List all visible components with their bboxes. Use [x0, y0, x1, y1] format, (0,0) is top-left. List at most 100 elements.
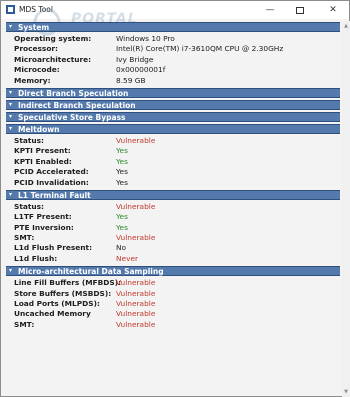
- section-header[interactable]: ▾ Meltdown: [6, 123, 340, 134]
- info-value: Yes: [116, 146, 128, 156]
- section-title: System: [18, 23, 50, 32]
- info-value: Yes: [116, 222, 128, 232]
- info-value: Vulnerable: [116, 309, 156, 319]
- maximize-button[interactable]: [285, 1, 315, 19]
- maximize-icon: [296, 6, 304, 14]
- app-icon: [6, 5, 15, 14]
- section-title: Indirect Branch Speculation: [18, 100, 136, 110]
- info-value: Windows 10 Pro: [116, 34, 175, 43]
- info-row: PTE Inversion: Yes: [10, 223, 341, 233]
- info-value: Yes: [116, 156, 128, 166]
- section-rows: Status: Vulnerable KPTI Present: Yes KPTI En…: [6, 136, 341, 188]
- info-row: L1d Flush Present: No: [10, 243, 341, 253]
- info-row: Load Ports (MLPDS): Vulnerable: [10, 299, 341, 309]
- info-row: L1d Flush: Never: [10, 254, 341, 264]
- info-label: Microarchitecture:: [14, 54, 92, 64]
- info-value: Intel(R) Core(TM) i7-3610QM CPU @ 2.30GH…: [116, 44, 284, 54]
- section-header[interactable]: ▾ System: [6, 22, 340, 32]
- scroll-up-icon[interactable]: ▲: [342, 22, 350, 30]
- info-row: Microarchitecture: Ivy Bridge: [10, 55, 341, 65]
- info-label: PTE Inversion:: [14, 222, 74, 232]
- info-value: Yes: [116, 167, 128, 177]
- section-title: Meltdown: [18, 124, 60, 134]
- info-label: Operating system:: [14, 34, 92, 43]
- section-header[interactable]: ▾ L1 Terminal Fault: [6, 189, 340, 200]
- chevron-down-icon[interactable]: ▾: [9, 268, 15, 274]
- info-value: Yes: [116, 212, 128, 222]
- info-value: Vulnerable: [116, 201, 156, 211]
- info-value: Vulnerable: [116, 288, 156, 298]
- info-label: PCID Invalidation:: [14, 177, 89, 187]
- close-button[interactable]: ✕: [317, 1, 349, 19]
- info-row: SMT: Vulnerable: [10, 320, 341, 330]
- info-row: Status: Vulnerable: [10, 202, 341, 212]
- chevron-down-icon[interactable]: ▾: [9, 191, 15, 198]
- info-value: Vulnerable: [116, 319, 156, 329]
- info-label: PCID Accelerated:: [14, 167, 89, 177]
- info-label: L1TF Present:: [14, 212, 72, 222]
- chevron-down-icon[interactable]: ▾: [9, 101, 15, 108]
- section-rows: Status: Vulnerable L1TF Present: Yes PTE Inv…: [6, 202, 341, 264]
- info-row: Uncached Memory Vulnerable: [10, 309, 341, 319]
- info-row: L1TF Present: Yes: [10, 212, 341, 222]
- info-value: Vulnerable: [116, 233, 156, 243]
- info-label: Processor:: [14, 44, 59, 54]
- section-title: Speculative Store Bypass: [18, 112, 126, 122]
- section-title: Micro-architectural Data Sampling: [18, 267, 164, 277]
- info-value: Ivy Bridge: [116, 54, 154, 64]
- info-value: 0x00000001f: [116, 65, 166, 75]
- info-row: KPTI Enabled: Yes: [10, 157, 341, 167]
- info-label: KPTI Enabled:: [14, 156, 72, 166]
- info-label: L1d Flush Present:: [14, 243, 93, 253]
- chevron-down-icon[interactable]: ▾: [9, 113, 15, 120]
- info-label: Line Fill Buffers (MFBDS):: [14, 278, 122, 288]
- info-row: PCID Invalidation: Yes: [10, 178, 341, 188]
- section-header[interactable]: ▾ Micro-architectural Data Sampling: [6, 266, 340, 277]
- info-label: SMT:: [14, 319, 35, 329]
- scroll-down-icon[interactable]: ▼: [342, 388, 350, 396]
- section-header[interactable]: ▾ Speculative Store Bypass: [6, 111, 340, 122]
- info-label: Microcode:: [14, 65, 60, 75]
- info-value: Never: [116, 253, 139, 263]
- info-row: KPTI Present: Yes: [10, 146, 341, 156]
- chevron-down-icon[interactable]: ▾: [9, 89, 15, 96]
- info-value: No: [116, 243, 127, 253]
- info-label: Uncached Memory: [14, 309, 91, 319]
- info-label: Status:: [14, 135, 44, 145]
- info-label: KPTI Present:: [14, 146, 71, 156]
- section-title: Direct Branch Speculation: [18, 88, 129, 98]
- info-label: Store Buffers (MSBDS):: [14, 288, 112, 298]
- info-label: Memory:: [14, 75, 51, 85]
- info-row: Processor: Intel(R) Core(TM) i7-3610QM CP…: [10, 44, 341, 54]
- info-row: Microcode: 0x00000001f: [10, 65, 341, 75]
- chevron-down-icon[interactable]: ▾: [9, 125, 15, 132]
- chevron-down-icon[interactable]: ▾: [9, 24, 15, 30]
- info-label: Load Ports (MLPDS):: [14, 299, 100, 309]
- section-title: L1 Terminal Fault: [18, 190, 91, 200]
- info-value: Vulnerable: [116, 299, 156, 309]
- info-label: L1d Flush:: [14, 253, 58, 263]
- minimize-button[interactable]: —: [255, 1, 285, 19]
- info-value: 8.59 GB: [116, 75, 146, 85]
- info-value: Vulnerable: [116, 278, 156, 288]
- section-header[interactable]: ▾ Direct Branch Speculation: [6, 87, 340, 98]
- info-label: Status:: [14, 201, 44, 211]
- info-row: PCID Accelerated: Yes: [10, 167, 341, 177]
- section-rows: Line Fill Buffers (MFBDS): Vulnerable Stor…: [6, 278, 341, 330]
- section-rows: Operating system: Windows 10 Pro Processor…: [6, 34, 341, 86]
- mds-tool-window: MDS Tool — ✕ PORTAL www.softportal.com ▾…: [0, 0, 350, 397]
- info-value: Vulnerable: [116, 135, 156, 145]
- section-header[interactable]: ▾ Indirect Branch Speculation: [6, 99, 340, 110]
- info-row: Status: Vulnerable: [10, 136, 341, 146]
- info-row: Memory: 8.59 GB: [10, 76, 341, 86]
- content-area: ▾ System Operating system: Windows 10 Pro Pr…: [6, 22, 341, 394]
- vertical-scrollbar[interactable]: ▲ ▼: [342, 21, 350, 397]
- info-row: Store Buffers (MSBDS): Vulnerable: [10, 289, 341, 299]
- title-bar[interactable]: MDS Tool — ✕: [1, 1, 349, 19]
- info-row: SMT: Vulnerable: [10, 233, 341, 243]
- info-value: Yes: [116, 177, 128, 187]
- info-row: Operating system: Windows 10 Pro: [10, 34, 341, 44]
- window-title: MDS Tool: [19, 5, 53, 14]
- info-label: SMT:: [14, 233, 35, 243]
- info-row: Line Fill Buffers (MFBDS): Vulnerable: [10, 278, 341, 288]
